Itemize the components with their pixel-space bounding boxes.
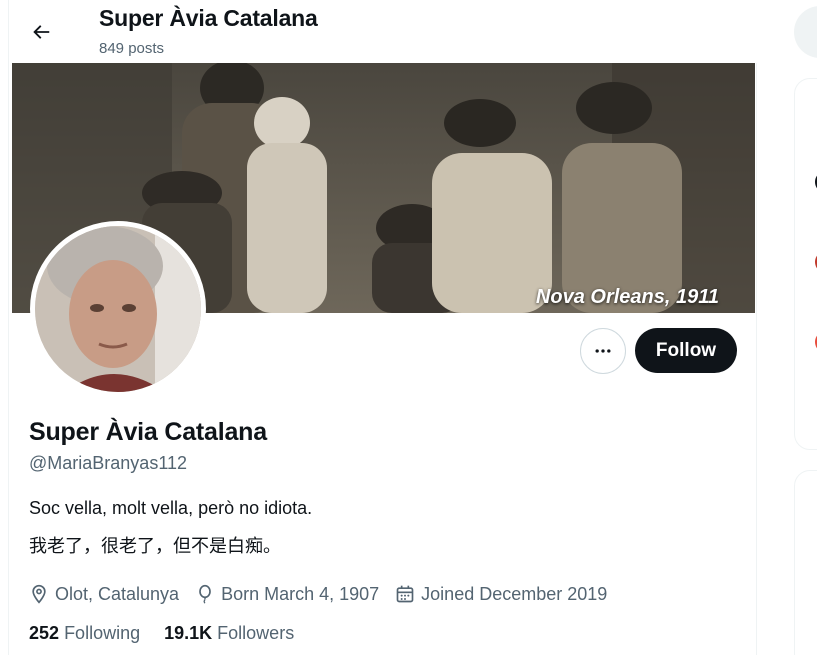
following-link[interactable]: 252 Following <box>29 623 140 644</box>
calendar-icon <box>396 585 414 603</box>
profile-name: Super Àvia Catalana <box>29 418 267 446</box>
profile-handle: @MariaBranyas112 <box>29 453 188 473</box>
header-title: Super Àvia Catalana <box>99 5 318 31</box>
location-text: Olot, Catalunya <box>55 583 180 604</box>
profile-avatar[interactable] <box>30 221 206 397</box>
follow-button[interactable]: Follow <box>635 328 737 373</box>
profile-column: Super Àvia Catalana 849 posts Nova Orlea… <box>8 0 757 655</box>
more-options-button[interactable] <box>580 328 626 374</box>
profile-header-bar: Super Àvia Catalana 849 posts <box>9 0 757 63</box>
bio-line-1: Soc vella, molt vella, però no idiota. <box>29 498 313 518</box>
location-item: Olot, Catalunya <box>29 584 179 605</box>
search-box[interactable] <box>794 6 817 58</box>
followers-count: 19.1K <box>164 623 213 643</box>
balloon-icon <box>199 584 211 604</box>
profile-meta: Olot, Catalunya Born March 4, 1907 Joine… <box>29 582 623 606</box>
arrow-left-icon <box>33 25 50 39</box>
profile-stats: 252 Following 19.1K Followers <box>29 623 318 644</box>
following-label: Following <box>64 623 141 643</box>
map-pin-icon <box>32 584 46 604</box>
born-item: Born March 4, 1907 <box>195 584 379 605</box>
bio-line-2: 我老了，很老了，但不是白痴。 <box>29 536 281 557</box>
born-text: Born March 4, 1907 <box>221 583 380 604</box>
followers-label: Followers <box>217 623 295 643</box>
banner-caption: Nova Orleans, 1911 <box>535 286 719 308</box>
followers-link[interactable]: 19.1K Followers <box>164 623 294 644</box>
following-count: 252 <box>29 623 60 643</box>
sidebar-card <box>794 78 817 450</box>
back-button[interactable] <box>23 14 59 50</box>
sidebar-card <box>794 470 817 655</box>
joined-text: Joined December 2019 <box>421 583 608 604</box>
more-horizontal-icon <box>595 349 611 353</box>
avatar-photo <box>35 226 201 392</box>
joined-item: Joined December 2019 <box>395 584 607 605</box>
posts-count: 849 posts <box>99 40 165 57</box>
